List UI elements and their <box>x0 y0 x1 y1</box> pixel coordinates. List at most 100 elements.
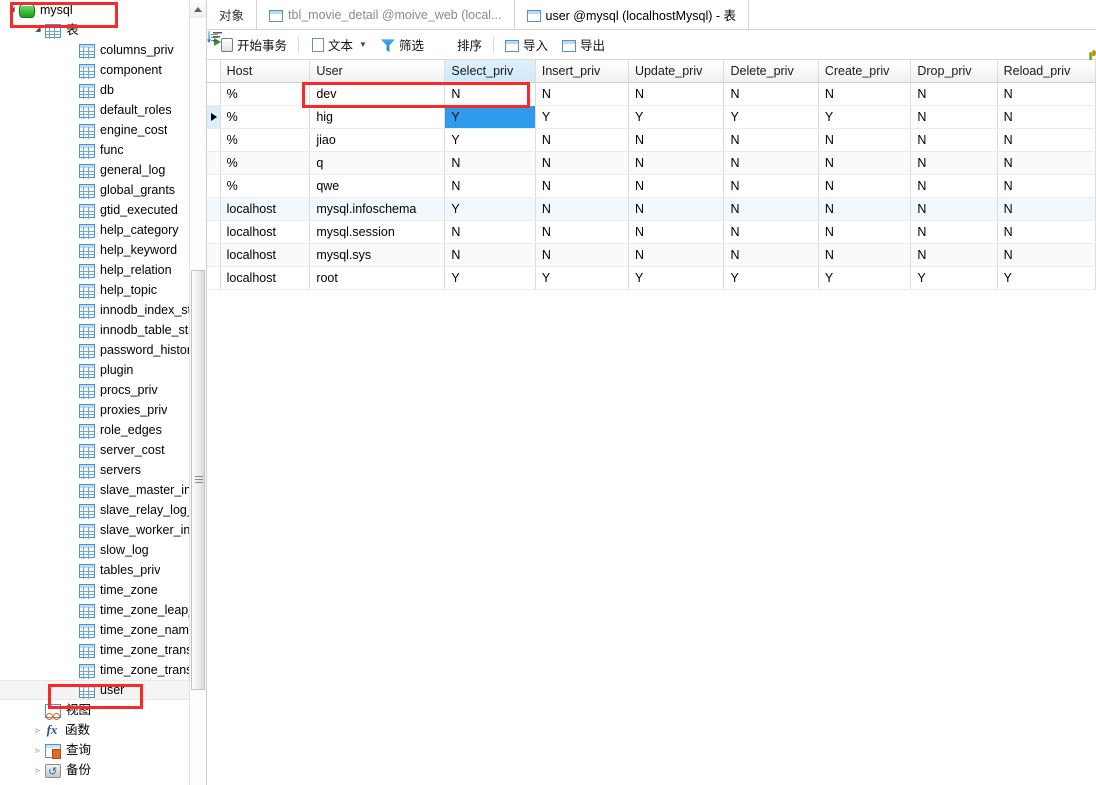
grid-row-gutter[interactable] <box>207 197 221 221</box>
grid-cell-Insert_priv[interactable]: N <box>535 197 629 221</box>
toolbar-button-text[interactable]: 文本 ▼ <box>303 33 374 57</box>
tree-item-table-innodb_index_stats[interactable]: innodb_index_stats <box>0 300 190 320</box>
tree-item-table-user[interactable]: user <box>0 680 190 700</box>
grid-cell-Drop_priv[interactable]: N <box>910 197 998 221</box>
grid-cell-Reload_priv[interactable]: N <box>997 151 1096 175</box>
grid-column-header-Select_priv[interactable]: Select_priv <box>444 60 536 83</box>
grid-cell-Select_priv[interactable]: N <box>444 220 536 244</box>
toolbar-button-sort[interactable]: 排序 <box>431 33 489 57</box>
grid-cell-Reload_priv[interactable]: N <box>997 197 1096 221</box>
grid-cell-Update_priv[interactable]: N <box>628 197 725 221</box>
tree-twisty-open[interactable]: ◢ <box>32 20 44 40</box>
grid-column-header-Create_priv[interactable]: Create_priv <box>818 60 912 83</box>
grid-cell-Select_priv[interactable]: Y <box>444 128 536 152</box>
table-row[interactable]: localhost mysql.sys N N N N N N N <box>207 243 1096 267</box>
user-table-grid[interactable]: Host User Select_priv Insert_priv Update_pri… <box>207 60 1096 290</box>
grid-cell-Delete_priv[interactable]: N <box>723 151 819 175</box>
grid-cell-Insert_priv[interactable]: Y <box>535 105 629 129</box>
table-row[interactable]: % q N N N N N N N <box>207 151 1096 175</box>
grid-cell-Select_priv[interactable]: N <box>444 174 536 198</box>
grid-cell-Drop_priv[interactable]: N <box>910 243 998 267</box>
grid-cell-Delete_priv[interactable]: N <box>723 220 819 244</box>
tree-scrollbar-thumb[interactable] <box>191 270 205 690</box>
grid-cell-Delete_priv[interactable]: Y <box>723 266 819 290</box>
toolbar-button-export[interactable]: 导出 <box>555 33 612 57</box>
grid-cell-Create_priv[interactable]: N <box>818 128 912 152</box>
tree-item-table-innodb_table_stats[interactable]: innodb_table_stats <box>0 320 190 340</box>
scroll-up-arrow-icon[interactable] <box>190 0 206 18</box>
tree-item-table-server_cost[interactable]: server_cost <box>0 440 190 460</box>
grid-cell-User[interactable]: root <box>309 266 446 290</box>
grid-row-gutter[interactable] <box>207 243 221 267</box>
grid-cell-Drop_priv[interactable]: N <box>910 82 998 106</box>
tree-item-table-time_zone_transition_type[interactable]: time_zone_transition_type <box>0 660 190 680</box>
grid-cell-Drop_priv[interactable]: Y <box>910 266 998 290</box>
grid-cell-Host[interactable]: localhost <box>220 220 311 244</box>
grid-cell-Reload_priv[interactable]: N <box>997 128 1096 152</box>
tree-item-table-gtid_executed[interactable]: gtid_executed <box>0 200 190 220</box>
tree-group-view[interactable]: 视图 <box>0 700 190 720</box>
tree-item-table-help_keyword[interactable]: help_keyword <box>0 240 190 260</box>
grid-column-header-Host[interactable]: Host <box>220 60 311 83</box>
grid-cell-User[interactable]: q <box>309 151 446 175</box>
grid-cell-Reload_priv[interactable]: N <box>997 174 1096 198</box>
grid-cell-Create_priv[interactable]: Y <box>818 105 912 129</box>
data-grid[interactable]: Host User Select_priv Insert_priv Update_pri… <box>207 60 1096 785</box>
grid-column-header-User[interactable]: User <box>309 60 446 83</box>
grid-cell-User[interactable]: mysql.sys <box>309 243 446 267</box>
grid-cell-Delete_priv[interactable]: N <box>723 197 819 221</box>
grid-cell-Reload_priv[interactable]: Y <box>997 266 1096 290</box>
tree-item-table-servers[interactable]: servers <box>0 460 190 480</box>
tree-item-table-func[interactable]: func <box>0 140 190 160</box>
tree-item-table-engine_cost[interactable]: engine_cost <box>0 120 190 140</box>
grid-cell-Create_priv[interactable]: N <box>818 174 912 198</box>
grid-cell-Host[interactable]: localhost <box>220 197 311 221</box>
tree-item-table-slave_relay_log_info[interactable]: slave_relay_log_info <box>0 500 190 520</box>
grid-cell-User[interactable]: hig <box>309 105 446 129</box>
grid-cell-Delete_priv[interactable]: N <box>723 174 819 198</box>
grid-cell-User[interactable]: mysql.infoschema <box>309 197 446 221</box>
grid-cell-Drop_priv[interactable]: N <box>910 174 998 198</box>
grid-column-header-Drop_priv[interactable]: Drop_priv <box>910 60 998 83</box>
grid-column-header-Reload_priv[interactable]: Reload_priv <box>997 60 1096 83</box>
grid-cell-Select_priv[interactable]: N <box>444 243 536 267</box>
table-row[interactable]: localhost mysql.infoschema Y N N N N N N <box>207 197 1096 221</box>
tab-objects[interactable]: 对象 <box>207 0 258 29</box>
tree-item-table-time_zone_leap_second[interactable]: time_zone_leap_second <box>0 600 190 620</box>
grid-cell-Insert_priv[interactable]: N <box>535 151 629 175</box>
grid-cell-Delete_priv[interactable]: N <box>723 128 819 152</box>
grid-cell-Host[interactable]: % <box>220 174 311 198</box>
grid-cell-Update_priv[interactable]: N <box>628 220 725 244</box>
grid-cell-Host[interactable]: % <box>220 128 311 152</box>
grid-row-gutter[interactable] <box>207 220 221 244</box>
grid-cell-User[interactable]: mysql.session <box>309 220 446 244</box>
grid-cell-Select_priv[interactable]: Y <box>444 197 536 221</box>
tree-item-table-help_relation[interactable]: help_relation <box>0 260 190 280</box>
tree-item-table-db[interactable]: db <box>0 80 190 100</box>
grid-row-gutter[interactable] <box>207 266 221 290</box>
tree-vertical-scrollbar[interactable] <box>189 0 206 785</box>
tree-twisty-closed[interactable]: ▹ <box>32 720 44 740</box>
grid-cell-Delete_priv[interactable]: Y <box>723 105 819 129</box>
grid-cell-Update_priv[interactable]: N <box>628 174 725 198</box>
tree-item-mysql[interactable]: ◢ mysql <box>0 0 190 20</box>
table-row[interactable]: localhost root Y Y Y Y Y Y Y <box>207 266 1096 290</box>
toolbar-button-filter[interactable]: 筛选 <box>374 33 431 57</box>
table-row[interactable]: % qwe N N N N N N N <box>207 174 1096 198</box>
table-row[interactable]: % dev N N N N N N N <box>207 82 1096 106</box>
grid-cell-Reload_priv[interactable]: N <box>997 243 1096 267</box>
grid-cell-User[interactable]: qwe <box>309 174 446 198</box>
grid-cell-Drop_priv[interactable]: N <box>910 105 998 129</box>
tree-twisty-closed[interactable]: ▹ <box>32 760 44 780</box>
grid-cell-Update_priv[interactable]: Y <box>628 105 725 129</box>
grid-cell-Update_priv[interactable]: N <box>628 128 725 152</box>
grid-cell-Select_priv[interactable]: Y <box>444 105 536 129</box>
grid-cell-Insert_priv[interactable]: N <box>535 174 629 198</box>
grid-cell-Drop_priv[interactable]: N <box>910 151 998 175</box>
grid-cell-Host[interactable]: localhost <box>220 266 311 290</box>
grid-cell-Insert_priv[interactable]: N <box>535 128 629 152</box>
grid-cell-Host[interactable]: localhost <box>220 243 311 267</box>
grid-cell-Create_priv[interactable]: N <box>818 220 912 244</box>
grid-row-gutter[interactable] <box>207 128 221 152</box>
grid-cell-Select_priv[interactable]: N <box>444 82 536 106</box>
